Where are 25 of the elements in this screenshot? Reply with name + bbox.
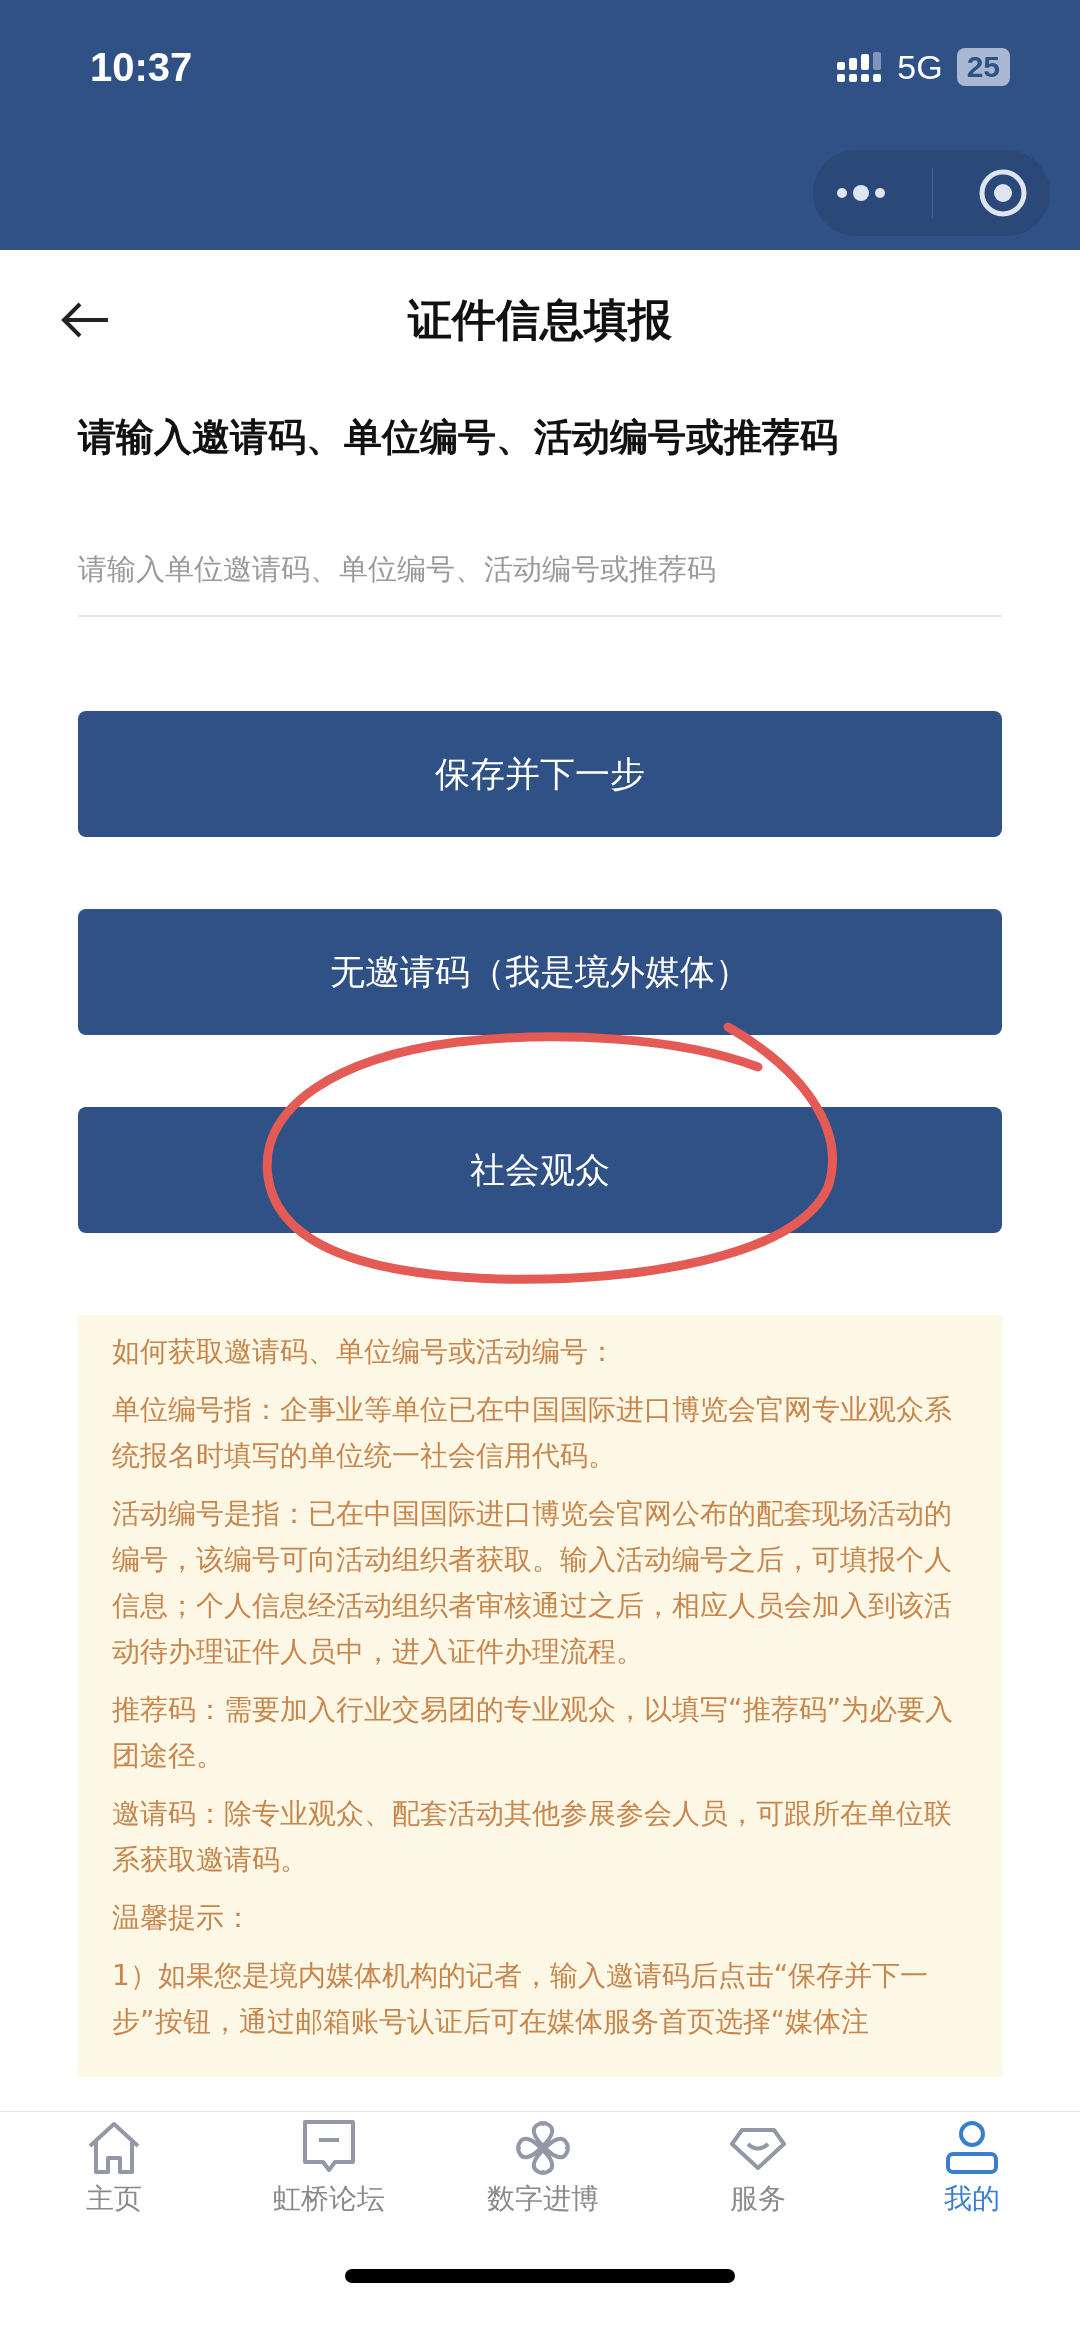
tab-item[interactable]: 服务 bbox=[687, 2112, 828, 2227]
close-icon[interactable] bbox=[977, 168, 1028, 218]
page-title: 证件信息填报 bbox=[408, 292, 672, 347]
action-button[interactable]: 社会观众 bbox=[78, 1107, 1002, 1233]
notice-text: 活动编号是指：已在中国国际进口博览会官网公布的配套现场活动的编号，该编号可向活动组织者获取。输入活动编号之后，可填报个人信息；个人信息经活动组织者审核通过之后，相应人员会加入到该活动待办理证件人员中，进入证件办理流程。 bbox=[112, 1496, 953, 1670]
tab-item[interactable]: 我的 bbox=[902, 2112, 1042, 2227]
status-time: 10:37 bbox=[90, 44, 193, 90]
tab-item[interactable]: 数字进博 bbox=[473, 2112, 613, 2227]
battery-indicator: 25 bbox=[956, 48, 1010, 86]
network-label: 5G bbox=[897, 47, 943, 87]
action-button[interactable]: 无邀请码（我是境外媒体） bbox=[78, 909, 1002, 1035]
notice-text: 如何获取邀请码、单位编号或活动编号： bbox=[112, 1334, 617, 1370]
tab-item[interactable]: 主页 bbox=[44, 2112, 184, 2227]
more-icon[interactable] bbox=[835, 183, 888, 203]
back-icon[interactable] bbox=[60, 302, 110, 338]
tab-item[interactable]: 虹桥论坛 bbox=[258, 2112, 399, 2227]
notice-text: 推荐码：需要加入行业交易团的专业观众，以填写“推荐码”为必要入团途径。 bbox=[112, 1692, 954, 1774]
notice-text: 温馨提示： bbox=[112, 1900, 253, 1936]
signal-icon bbox=[837, 52, 884, 82]
flower-icon bbox=[513, 2118, 573, 2178]
notice-text: 1）如果您是境内媒体机构的记者，输入邀请码后点击“保存并下一步”按钮，通过邮箱账号认证后可在媒体服务首页选择“媒体注 bbox=[112, 1958, 930, 2040]
section-heading: 请输入邀请码、单位编号、活动编号或推荐码 bbox=[78, 414, 839, 461]
notice-text: 单位编号指：企事业等单位已在中国国际进口博览会官网专业观众系统报名时填写的单位统一社会信用代码。 bbox=[112, 1392, 953, 1474]
notice-text: 邀请码：除专业观众、配套活动其他参展参会人员，可跟所在单位联系获取邀请码。 bbox=[112, 1796, 953, 1878]
action-button[interactable]: 保存并下一步 bbox=[78, 711, 1002, 837]
